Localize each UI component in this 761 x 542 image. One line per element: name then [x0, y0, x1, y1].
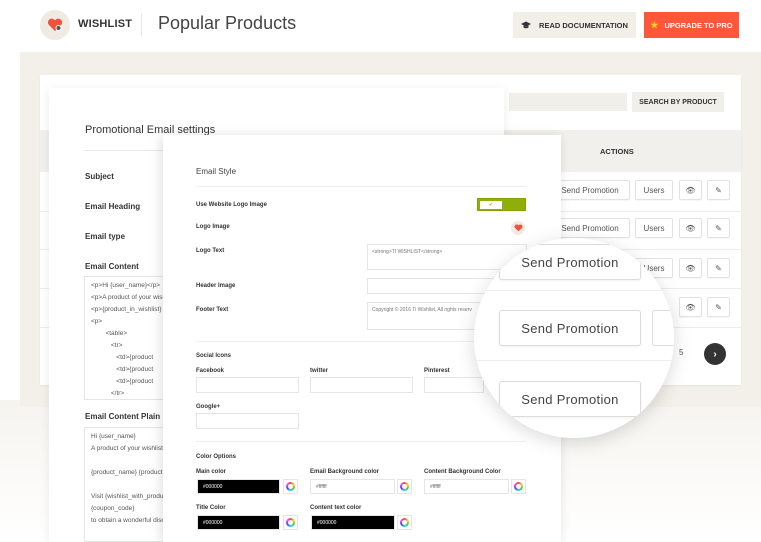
heart-icon: [514, 224, 522, 232]
content-bg-color-input[interactable]: #ffffff: [424, 479, 509, 494]
email-bg-color-label: Email Background color: [310, 469, 380, 475]
email-content-plain-label: Email Content Plain: [85, 412, 161, 421]
pencil-icon: ✎: [715, 263, 722, 273]
send-promotion-button[interactable]: Send Promotion: [550, 218, 630, 238]
eye-icon: 👁: [685, 185, 696, 195]
send-promotion-button-zoomed[interactable]: Send Promotion: [499, 310, 641, 346]
divider: [84, 150, 174, 151]
actions-column-header: ACTIONS: [600, 147, 634, 156]
app-header: WISHLIST Popular Products READ DOCUMENTA…: [0, 0, 761, 52]
next-page-button[interactable]: ›: [704, 343, 726, 365]
logo-text-label: Logo Text: [196, 248, 225, 254]
twitter-label: twitter: [310, 368, 328, 374]
email-type-label: Email type: [85, 232, 126, 241]
logo-image-label: Logo Image: [196, 224, 230, 230]
product-search-input[interactable]: [509, 93, 627, 111]
social-icons-title: Social Icons: [196, 353, 232, 359]
edit-button[interactable]: ✎: [707, 218, 730, 238]
googleplus-label: Google+: [196, 404, 221, 410]
email-bg-color-input[interactable]: #ffffff: [310, 479, 395, 494]
email-content-textarea[interactable]: <p>Hi {user_name}</p> <p>A product of yo…: [84, 276, 174, 400]
view-button[interactable]: 👁: [679, 218, 702, 238]
pagination-page-5[interactable]: 5: [679, 348, 683, 357]
brand-name: WISHLIST: [78, 18, 133, 30]
read-documentation-button[interactable]: READ DOCUMENTATION: [513, 12, 636, 38]
facebook-label: Facebook: [196, 368, 225, 374]
check-icon: ✔: [480, 201, 502, 209]
googleplus-input[interactable]: [196, 413, 299, 429]
divider: [196, 186, 526, 187]
heart-icon: [47, 18, 63, 31]
pencil-icon: ✎: [715, 223, 722, 233]
send-promotion-button-zoomed[interactable]: Send Promotion: [499, 244, 641, 280]
header-image-label: Header Image: [196, 283, 236, 289]
graduation-cap-icon: [521, 21, 532, 29]
upgrade-to-pro-button[interactable]: ★ UPGRADE TO PRO: [644, 12, 739, 38]
eye-icon: 👁: [685, 263, 696, 273]
edit-button[interactable]: ✎: [707, 297, 730, 317]
view-button[interactable]: 👁: [679, 258, 702, 278]
main-color-input[interactable]: #000000: [197, 479, 280, 494]
twitter-input[interactable]: [310, 377, 413, 393]
email-content-label: Email Content: [85, 262, 139, 271]
pinterest-input[interactable]: [424, 377, 484, 393]
read-documentation-label: READ DOCUMENTATION: [539, 20, 628, 30]
eye-icon: 👁: [685, 302, 696, 312]
star-icon: ★: [650, 19, 659, 30]
users-button-zoomed[interactable]: [652, 310, 674, 346]
wishlist-logo[interactable]: [40, 10, 70, 40]
main-color-label: Main color: [196, 469, 227, 475]
send-promotion-button-zoomed[interactable]: Send Promotion: [499, 381, 641, 417]
pencil-icon: ✎: [715, 185, 722, 195]
use-logo-label: Use Website Logo Image: [196, 202, 267, 208]
edit-button[interactable]: ✎: [707, 258, 730, 278]
title-color-input[interactable]: #000000: [197, 515, 280, 530]
color-wheel-icon: [286, 482, 295, 491]
email-style-title: Email Style: [196, 167, 237, 176]
subject-label: Subject: [85, 172, 114, 181]
pencil-icon: ✎: [715, 302, 722, 312]
content-bg-color-label: Content Background Color: [424, 469, 501, 475]
magnifier-lens: Send Promotion Send Promotion Send Promo…: [474, 238, 674, 438]
header-divider: [141, 14, 142, 36]
chevron-right-icon: ›: [713, 348, 717, 360]
email-content-plain-textarea[interactable]: Hi {user_name} A product of your wishlis…: [84, 427, 174, 542]
main-color-picker[interactable]: [283, 479, 298, 494]
email-heading-label: Email Heading: [85, 202, 141, 211]
color-wheel-icon: [286, 518, 295, 527]
content-text-color-input[interactable]: #000000: [311, 515, 395, 530]
pinterest-label: Pinterest: [424, 368, 450, 374]
color-wheel-icon: [514, 482, 523, 491]
divider: [196, 441, 526, 442]
color-options-title: Color Options: [196, 454, 236, 460]
view-button[interactable]: 👁: [679, 180, 702, 200]
email-bg-color-picker[interactable]: [397, 479, 412, 494]
page-title: Popular Products: [158, 13, 297, 33]
edit-button[interactable]: ✎: [707, 180, 730, 200]
title-color-label: Title Color: [196, 505, 226, 511]
eye-icon: 👁: [685, 223, 696, 233]
send-promotion-button[interactable]: Send Promotion: [550, 180, 630, 200]
logo-image-preview[interactable]: [511, 221, 525, 235]
footer-text-label: Footer Text: [196, 307, 229, 313]
content-text-color-label: Content text color: [310, 505, 362, 511]
content-text-color-picker[interactable]: [397, 515, 412, 530]
use-logo-toggle[interactable]: ✔: [477, 198, 526, 211]
facebook-input[interactable]: [196, 377, 299, 393]
row-divider: [474, 360, 674, 361]
title-color-picker[interactable]: [283, 515, 298, 530]
view-button[interactable]: 👁: [679, 297, 702, 317]
users-button[interactable]: Users: [635, 180, 673, 200]
color-wheel-icon: [400, 518, 409, 527]
row-divider: [474, 290, 674, 291]
content-bg-color-picker[interactable]: [511, 479, 526, 494]
search-by-product-button[interactable]: SEARCH BY PRODUCT: [632, 92, 724, 112]
users-button[interactable]: Users: [635, 218, 673, 238]
color-wheel-icon: [400, 482, 409, 491]
upgrade-to-pro-label: UPGRADE TO PRO: [664, 20, 733, 30]
